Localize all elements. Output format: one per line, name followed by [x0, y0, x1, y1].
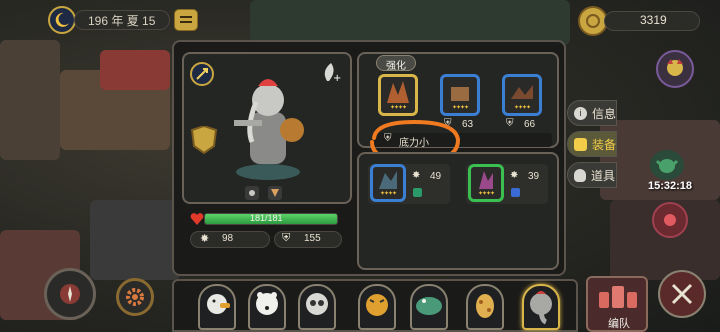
enhance-tab-label: 强化: [386, 61, 406, 72]
equip-3-def-icon: ⛨: [506, 118, 514, 129]
equip-slot-3[interactable]: ✦✦✦✦: [502, 74, 542, 116]
defense-value: 155: [304, 233, 321, 244]
inventory-item-2-atk-icon: ✸: [510, 170, 519, 181]
day-night-icon[interactable]: [48, 6, 76, 34]
equip-slot-1[interactable]: ✦✦✦✦: [378, 74, 418, 116]
tab-info-label: 信息: [592, 106, 617, 121]
formation-hero-crocodile[interactable]: [410, 284, 448, 330]
hp-heart-icon: [190, 212, 204, 226]
tab-items-label: 道具: [591, 168, 616, 183]
potion-icon: [574, 168, 586, 182]
formation-icon: [599, 286, 637, 308]
skill-icon[interactable]: [245, 186, 259, 200]
formation-hero-duck[interactable]: [198, 284, 236, 330]
map-button[interactable]: [44, 268, 96, 320]
tab-equipment-label: 装备: [592, 137, 617, 152]
trait-icon[interactable]: [268, 186, 282, 200]
settings-button[interactable]: [116, 278, 154, 316]
equip-3-value: 66: [524, 119, 536, 130]
hp-text: 181/181: [250, 213, 283, 223]
defense-icon: ⛨: [282, 232, 291, 244]
event-portrait-icon[interactable]: [656, 50, 694, 88]
evolve-icon[interactable]: +: [318, 60, 342, 84]
formation-label: 编队: [608, 318, 630, 330]
rank-up-icon[interactable]: [190, 62, 214, 86]
inventory-item-2[interactable]: ✦✦✦✦: [468, 164, 504, 202]
attack-value: 98: [222, 233, 234, 244]
attack-icon: ✸: [200, 233, 210, 245]
svg-text:+: +: [333, 73, 341, 83]
menu-button[interactable]: [174, 9, 198, 31]
inventory-item-2-badge-icon: [511, 188, 520, 197]
tab-info[interactable]: i 信息: [567, 100, 617, 126]
battle-icon[interactable]: [658, 270, 706, 318]
formation-hero-giraffe[interactable]: [466, 284, 504, 330]
gold-value: 3319: [640, 13, 667, 27]
formation-hero-elephant[interactable]: [522, 284, 560, 330]
goblin-event-icon[interactable]: [650, 150, 684, 180]
inventory-item-1[interactable]: ✦✦✦✦: [370, 164, 406, 202]
quest-event-icon[interactable]: [652, 202, 688, 238]
inventory-item-2-value: 39: [528, 171, 540, 182]
tab-equipment[interactable]: 装备: [567, 131, 617, 157]
tab-items[interactable]: 道具: [567, 162, 617, 188]
shield-icon: [574, 137, 587, 151]
info-icon: i: [574, 106, 587, 120]
hero-portrait: [228, 72, 308, 182]
rank-badge-icon: [188, 126, 220, 154]
inventory-item-1-badge-icon: [413, 188, 422, 197]
inventory-item-1-value: 49: [430, 171, 442, 182]
formation-hero-polar-bear[interactable]: [248, 284, 286, 330]
equip-slot-2[interactable]: ✦✦✦✦: [440, 74, 480, 116]
formation-hero-tiger[interactable]: [358, 284, 396, 330]
inventory-item-1-atk-icon: ✸: [412, 170, 421, 181]
event-timer: 15:32:18: [648, 180, 693, 192]
formation-button[interactable]: 编队: [586, 276, 648, 332]
date-text: 196 年 夏 15: [88, 14, 156, 28]
formation-hero-owl[interactable]: [298, 284, 336, 330]
